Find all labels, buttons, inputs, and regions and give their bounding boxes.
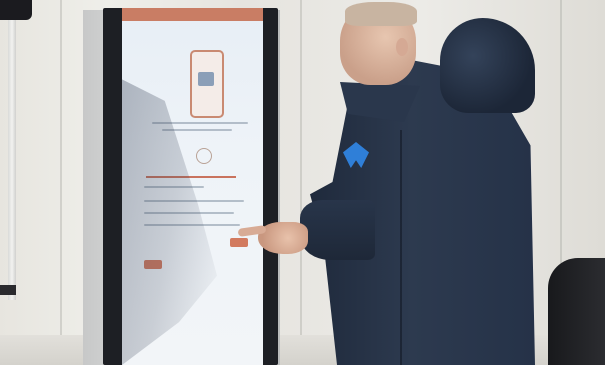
backpack — [548, 258, 605, 365]
person-hair — [345, 2, 417, 26]
phone-illustration-icon — [190, 50, 224, 118]
tent-pole-cap — [0, 0, 32, 20]
person-arm — [300, 200, 375, 260]
screen-header-bar — [122, 8, 263, 21]
phone-screen-icon — [198, 72, 214, 86]
tent-clip — [0, 285, 16, 295]
screen-button[interactable] — [230, 238, 248, 247]
circle-icon[interactable] — [196, 148, 212, 164]
tent-fold — [300, 0, 302, 365]
photo-scene — [0, 0, 605, 365]
coat-seam — [400, 130, 402, 365]
kiosk-screen — [122, 8, 263, 365]
person-ear — [396, 38, 408, 56]
tent-fold — [60, 0, 62, 365]
tent-pole — [8, 0, 16, 300]
